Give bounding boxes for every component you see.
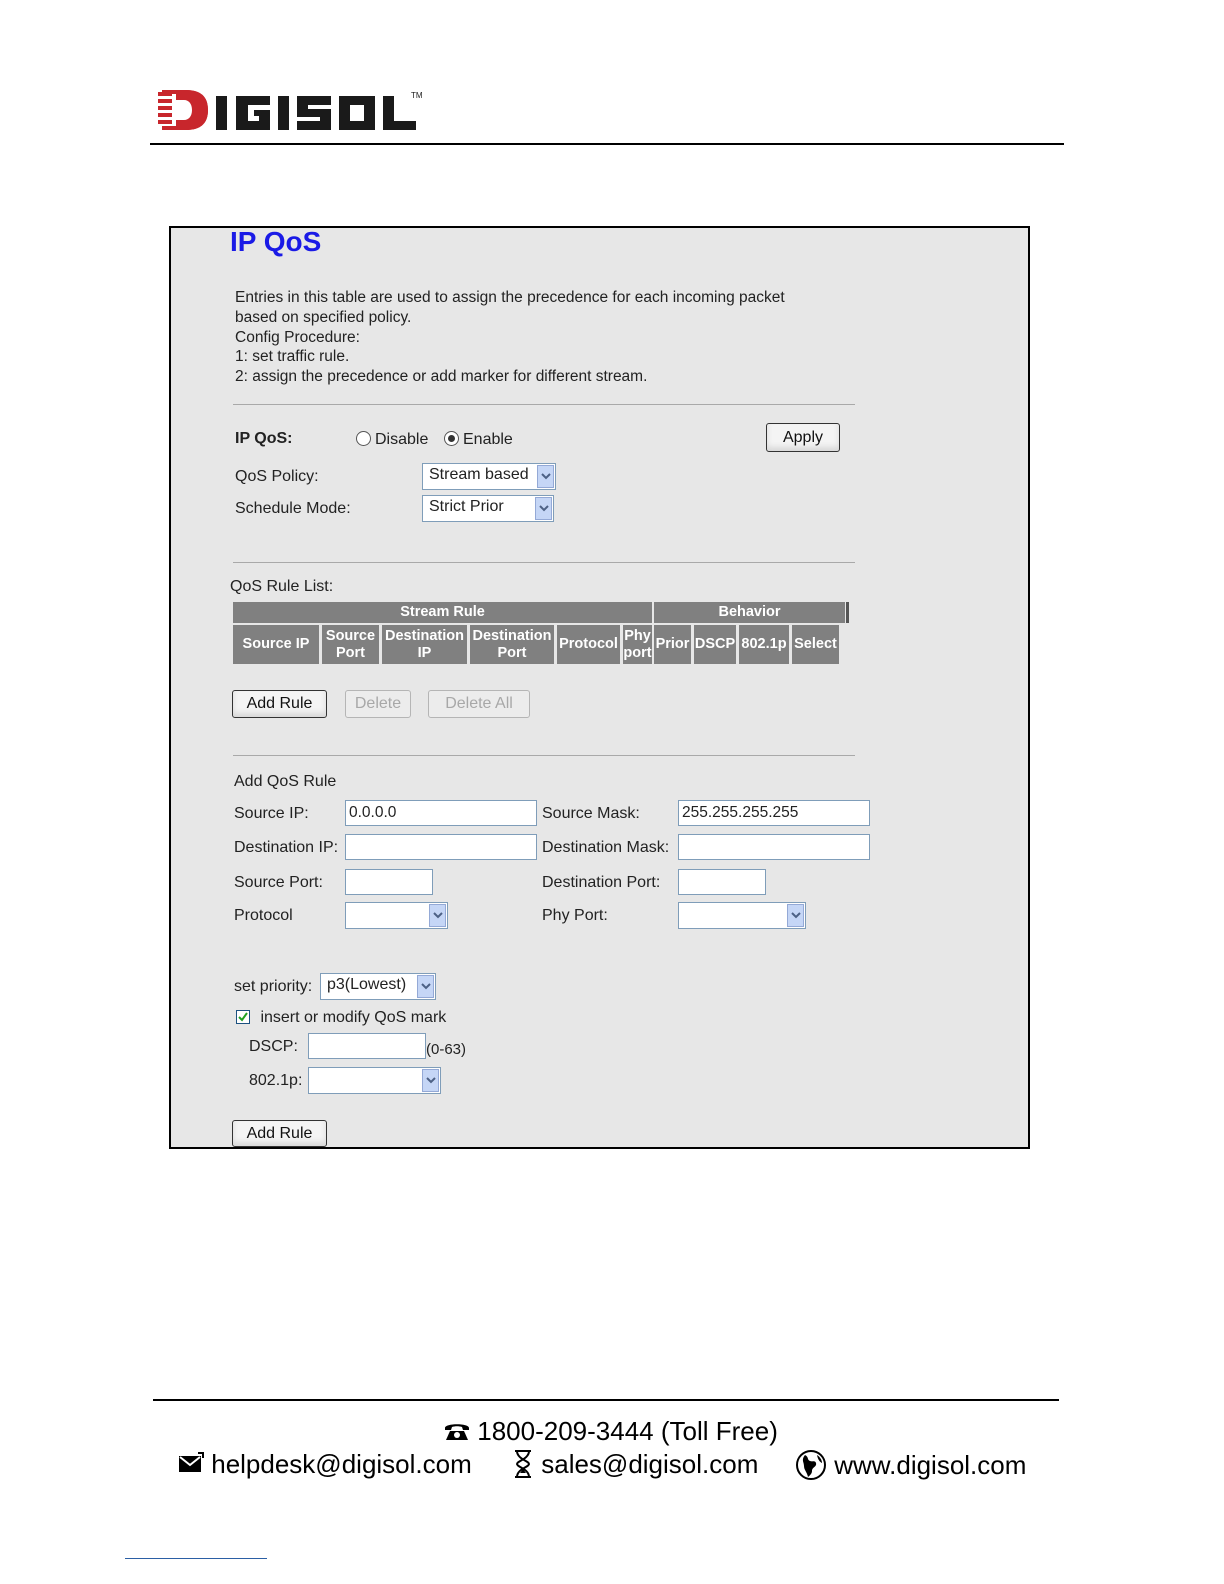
priority-select[interactable]: p3(Lowest) <box>320 973 436 1000</box>
dscp-input[interactable] <box>308 1033 426 1059</box>
description-line: Config Procedure: <box>235 328 360 346</box>
source-ip-label: Source IP: <box>234 805 309 822</box>
description: Entries in this table are used to assign… <box>235 288 785 387</box>
destination-ip-label: Destination IP: <box>234 839 339 856</box>
qos-mark-checkbox[interactable] <box>236 1010 250 1024</box>
schedule-mode-label: Schedule Mode: <box>235 500 351 517</box>
sales-email[interactable]: sales@digisol.com <box>541 1449 758 1479</box>
col-destination-port: Destination Port <box>470 625 554 664</box>
phone-icon <box>445 1424 469 1440</box>
divider <box>233 404 855 405</box>
ipqos-enable-option[interactable]: Enable <box>444 431 513 449</box>
disable-radio[interactable] <box>356 431 371 446</box>
stream-rule-header: Stream Rule <box>233 602 652 623</box>
chevron-down-icon <box>417 975 434 998</box>
destination-mask-input[interactable] <box>678 834 870 860</box>
behavior-header: Behavior <box>654 602 845 623</box>
add-rule-heading: Add QoS Rule <box>234 773 337 790</box>
delete-all-button[interactable]: Delete All <box>428 690 530 718</box>
destination-mask-label: Destination Mask: <box>542 839 670 856</box>
source-port-label: Source Port: <box>234 874 323 891</box>
disable-label: Disable <box>375 431 429 448</box>
hourglass-icon <box>515 1450 531 1478</box>
qos-mark-label: insert or modify QoS mark <box>260 1009 447 1026</box>
col-source-port: Source Port <box>322 625 379 664</box>
schedule-mode-value: Strict Prior <box>429 498 504 515</box>
description-line: Entries in this table are used to assign… <box>235 289 785 306</box>
col-phy-port: Phy port <box>623 625 652 664</box>
source-mask-label: Source Mask: <box>542 805 640 822</box>
col-8021p: 802.1p <box>739 625 789 664</box>
chevron-down-icon <box>535 497 552 520</box>
website-link[interactable]: www.digisol.com <box>834 1450 1026 1480</box>
sales-contact: sales@digisol.com <box>512 1449 758 1480</box>
globe-icon <box>796 1450 826 1480</box>
ip-qos-panel: IP QoS Entries in this table are used to… <box>169 226 1030 1149</box>
phone-number: 1800-209-3444 (Toll Free) <box>477 1416 778 1446</box>
mail-icon <box>179 1452 204 1472</box>
protocol-select[interactable] <box>345 902 448 929</box>
link-underline <box>125 1558 267 1559</box>
digisol-logo: TM <box>158 90 423 130</box>
delete-button[interactable]: Delete <box>345 690 411 718</box>
dot1p-select[interactable] <box>308 1067 441 1094</box>
phone-contact: 1800-209-3444 (Toll Free) <box>444 1416 778 1447</box>
qos-policy-value: Stream based <box>429 466 529 483</box>
col-select: Select <box>792 625 839 664</box>
ipqos-label: IP QoS: <box>235 430 293 447</box>
source-ip-input[interactable]: 0.0.0.0 <box>345 800 537 826</box>
rule-list-label: QoS Rule List: <box>230 578 334 595</box>
source-port-input[interactable] <box>345 869 433 895</box>
col-destination-ip: Destination IP <box>382 625 467 664</box>
priority-value: p3(Lowest) <box>327 976 407 993</box>
description-line: 2: assign the precedence or add marker f… <box>235 368 648 386</box>
destination-port-label: Destination Port: <box>542 874 661 891</box>
header-rule <box>150 143 1064 145</box>
divider <box>233 755 855 756</box>
helpdesk-contact: helpdesk@digisol.com <box>178 1449 472 1480</box>
destination-port-input[interactable] <box>678 869 766 895</box>
add-rule-button[interactable]: Add Rule <box>232 1120 327 1147</box>
enable-label: Enable <box>463 431 513 448</box>
col-source-ip: Source IP <box>233 625 319 664</box>
chevron-down-icon <box>787 904 804 927</box>
dscp-label: DSCP: <box>249 1038 298 1055</box>
svg-text:TM: TM <box>411 91 423 100</box>
qos-mark-option[interactable]: insert or modify QoS mark <box>236 1009 446 1027</box>
ipqos-disable-option[interactable]: Disable <box>356 431 428 449</box>
web-contact: www.digisol.com <box>795 1449 1026 1481</box>
protocol-label: Protocol <box>234 907 293 924</box>
chevron-down-icon <box>537 465 554 488</box>
schedule-mode-select[interactable]: Strict Prior <box>422 495 554 522</box>
destination-ip-input[interactable] <box>345 834 537 860</box>
source-mask-input[interactable]: 255.255.255.255 <box>678 800 870 826</box>
footer-rule <box>153 1399 1059 1401</box>
page-title: IP QoS <box>230 226 322 257</box>
col-prior: Prior <box>654 625 691 664</box>
description-line: based on specified policy. <box>235 308 412 326</box>
helpdesk-email[interactable]: helpdesk@digisol.com <box>211 1449 472 1479</box>
apply-button[interactable]: Apply <box>766 423 840 452</box>
phy-port-label: Phy Port: <box>542 907 608 924</box>
phy-port-select[interactable] <box>678 902 806 929</box>
dot1p-label: 802.1p: <box>249 1072 303 1089</box>
qos-policy-label: QoS Policy: <box>235 468 319 485</box>
divider <box>233 562 855 563</box>
add-rule-list-button[interactable]: Add Rule <box>232 690 327 718</box>
dscp-range-hint: (0-63) <box>426 1041 467 1058</box>
header-end-bar <box>846 602 849 623</box>
set-priority-label: set priority: <box>234 978 313 995</box>
col-protocol: Protocol <box>557 625 620 664</box>
description-line: 1: set traffic rule. <box>235 348 350 366</box>
col-dscp: DSCP <box>694 625 736 664</box>
qos-policy-select[interactable]: Stream based <box>422 463 556 490</box>
enable-radio[interactable] <box>444 431 459 446</box>
chevron-down-icon <box>422 1069 439 1092</box>
checkmark-icon <box>238 1012 248 1022</box>
chevron-down-icon <box>429 904 446 927</box>
